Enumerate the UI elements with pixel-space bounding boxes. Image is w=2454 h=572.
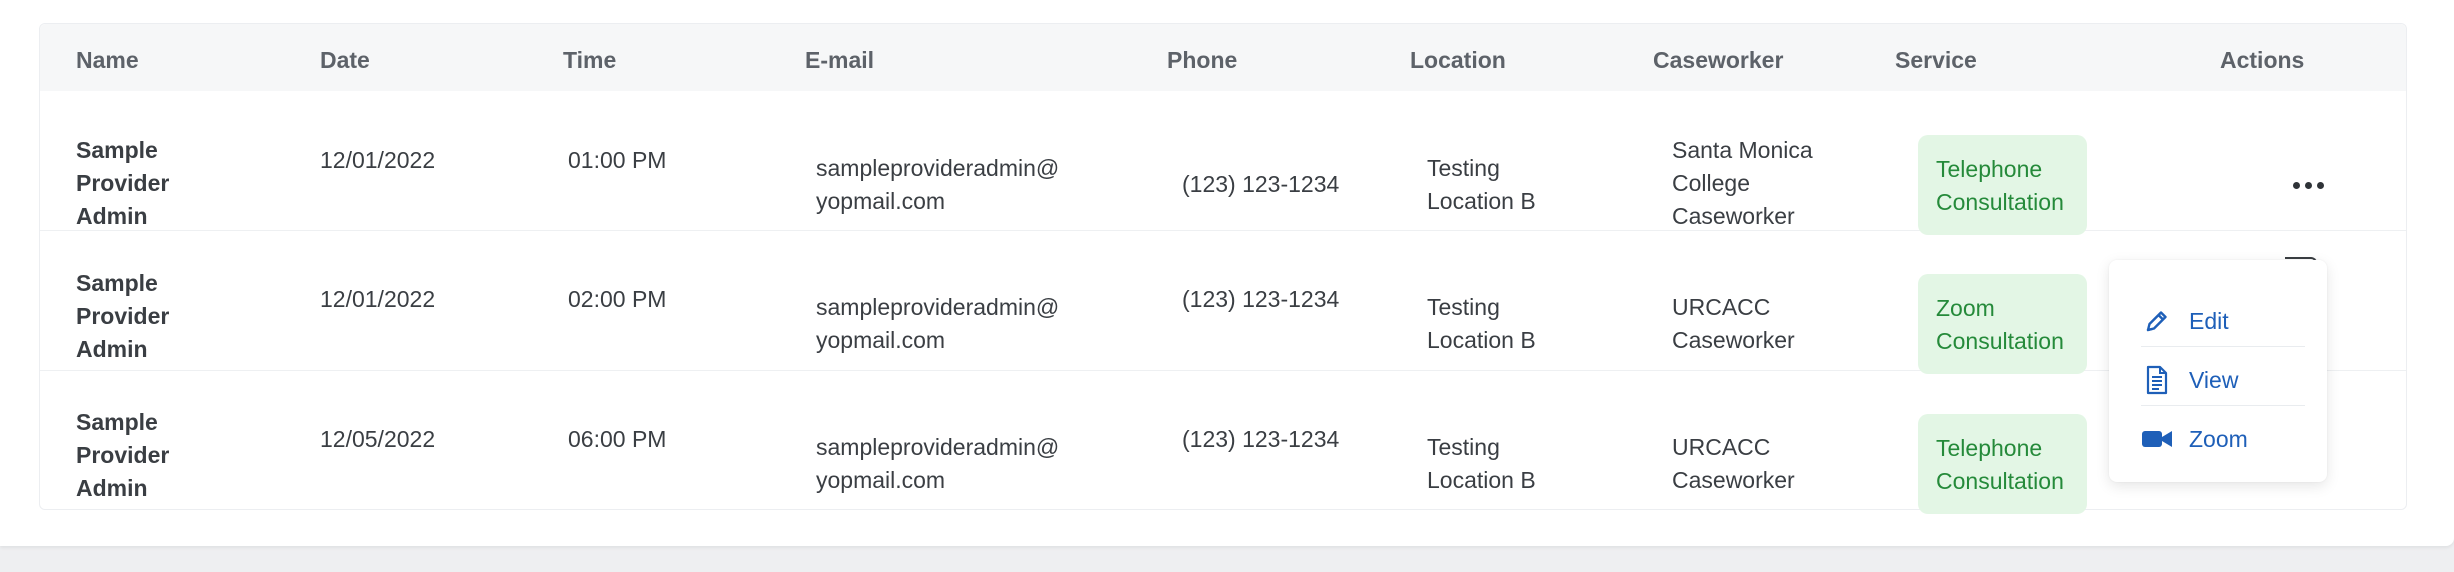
cell-name: Sample Provider Admin — [76, 137, 170, 229]
cell-location: Testing Location B — [1427, 155, 1536, 214]
service-badge: Telephone Consultation — [1918, 135, 2087, 235]
cell-name: Sample Provider Admin — [76, 409, 170, 501]
table-header: Name Date Time E-mail Phone Location Cas… — [40, 24, 2406, 91]
table-row: Sample Provider Admin 12/01/2022 01:00 P… — [40, 91, 2406, 235]
document-icon — [2141, 364, 2173, 396]
dot-icon — [2304, 181, 2312, 189]
cell-phone: (123) 123-1234 — [1182, 286, 1340, 312]
cell-phone: (123) 123-1234 — [1182, 426, 1340, 452]
column-header-email[interactable]: E-mail — [805, 47, 874, 74]
menu-divider — [2141, 405, 2305, 406]
column-header-location[interactable]: Location — [1410, 47, 1506, 74]
pencil-icon — [2141, 305, 2173, 337]
cell-phone: (123) 123-1234 — [1182, 171, 1340, 197]
service-badge: Zoom Consultation — [1918, 274, 2087, 374]
column-header-caseworker[interactable]: Caseworker — [1653, 47, 1783, 74]
column-header-service[interactable]: Service — [1895, 47, 1977, 74]
cell-date: 12/01/2022 — [320, 147, 436, 173]
cell-caseworker: URCACC Caseworker — [1672, 434, 1795, 493]
cell-email: sampleprovideradmin@ yopmail.com — [816, 434, 1060, 493]
cell-time: 01:00 PM — [568, 147, 667, 173]
table-row: Sample Provider Admin 12/01/2022 02:00 P… — [40, 231, 2406, 374]
column-header-name[interactable]: Name — [76, 47, 139, 74]
page-card: Name Date Time E-mail Phone Location Cas… — [0, 0, 2454, 546]
column-header-actions: Actions — [2220, 47, 2305, 73]
column-header-time[interactable]: Time — [563, 47, 616, 74]
menu-item-view[interactable]: View — [2141, 360, 2301, 400]
dot-icon — [2292, 181, 2300, 189]
menu-divider — [2141, 346, 2305, 347]
row-actions-button[interactable] — [2286, 170, 2330, 200]
cell-email: sampleprovideradmin@ yopmail.com — [816, 155, 1060, 214]
cell-date: 12/05/2022 — [320, 426, 436, 452]
menu-item-edit[interactable]: Edit — [2141, 301, 2301, 341]
cell-location: Testing Location B — [1427, 434, 1536, 493]
column-header-phone[interactable]: Phone — [1167, 47, 1237, 74]
cell-date: 12/01/2022 — [320, 286, 436, 312]
dot-icon — [2316, 181, 2324, 189]
actions-dropdown-menu: Edit View Zoom — [2109, 260, 2327, 482]
menu-item-zoom[interactable]: Zoom — [2141, 419, 2301, 459]
cell-name: Sample Provider Admin — [76, 270, 170, 362]
cell-caseworker: Santa Monica College Caseworker — [1672, 137, 1813, 229]
video-camera-icon — [2141, 423, 2173, 455]
cell-time: 06:00 PM — [568, 426, 667, 452]
cell-location: Testing Location B — [1427, 294, 1536, 353]
appointments-table: Name Date Time E-mail Phone Location Cas… — [39, 23, 2407, 514]
table-row: Sample Provider Admin 12/05/2022 06:00 P… — [40, 371, 2406, 514]
cell-time: 02:00 PM — [568, 286, 667, 312]
cell-caseworker: URCACC Caseworker — [1672, 294, 1795, 353]
column-header-date[interactable]: Date — [320, 47, 370, 74]
service-badge: Telephone Consultation — [1918, 414, 2087, 514]
cell-email: sampleprovideradmin@ yopmail.com — [816, 294, 1060, 353]
